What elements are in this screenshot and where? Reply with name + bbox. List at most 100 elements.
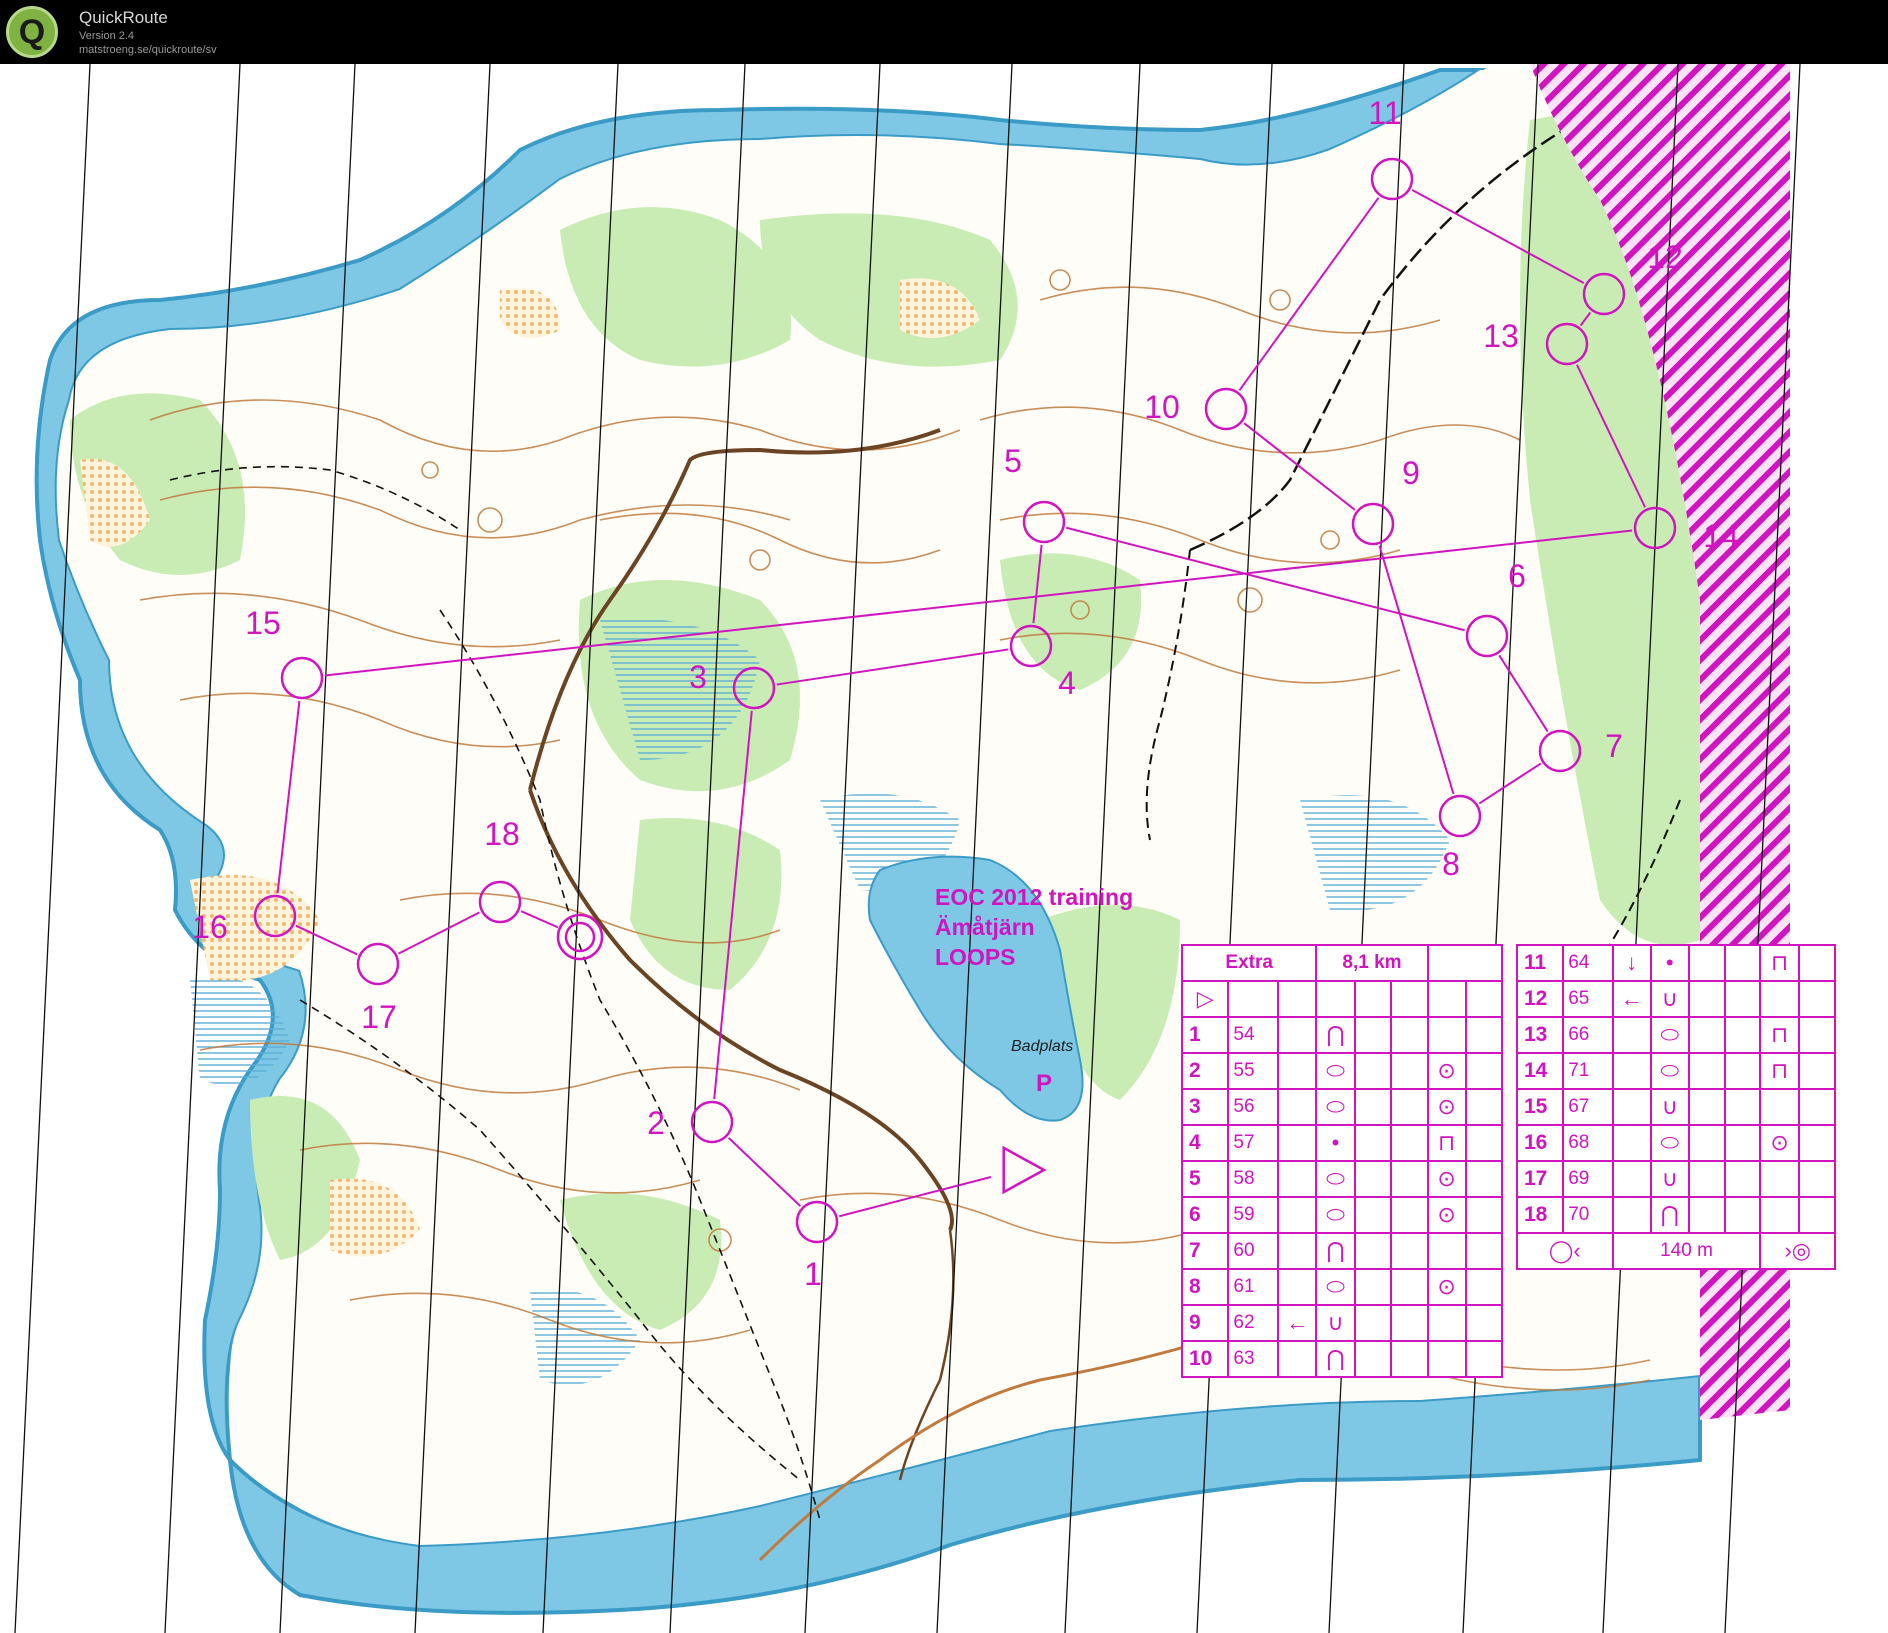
- control-number-label: 15: [245, 605, 281, 641]
- detail-symbol-icon: ⊙: [1759, 1124, 1800, 1162]
- feature-symbol-icon: •: [1649, 944, 1690, 982]
- description-row: 11 64 ↓ • ⊓: [1515, 944, 1837, 982]
- control-code: 61: [1227, 1268, 1279, 1306]
- control-code: 64: [1562, 944, 1614, 982]
- description-row: 15 67 ∪: [1515, 1088, 1837, 1126]
- description-row: 8 61 ⬭ ⊙: [1180, 1268, 1504, 1306]
- control-number: 18: [1515, 1196, 1565, 1234]
- feature-symbol-icon: •: [1315, 1124, 1356, 1162]
- detail-symbol-icon: [1426, 1340, 1467, 1378]
- control-number-label: 12: [1647, 239, 1683, 275]
- direction-icon: [1611, 1196, 1652, 1234]
- feature-symbol-icon: ⬭: [1315, 1160, 1356, 1198]
- control-description-sheet-right: 11 64 ↓ • ⊓ 12 65 ← ∪ 13 66 ⬭ ⊓ 14 71 ⬭ ⊓ 15 67 ∪ 16 68 ⬭ ⊙ 17 69…: [1515, 944, 1837, 1270]
- start-triangle-icon: ▷: [1180, 980, 1230, 1018]
- control-description-sheet-left: Extra 8,1 km ▷ 1 54 ⋂ 2 55 ⬭ ⊙ 3 56 ⬭ ⊙ 4 57 • ⊓ 5 58 ⬭ ⊙ 6…: [1180, 944, 1504, 1378]
- direction-icon: [1611, 1124, 1652, 1162]
- control-number-label: 17: [361, 999, 397, 1035]
- feature-symbol-icon: ⬭: [1649, 1016, 1690, 1054]
- detail-symbol-icon: [1426, 1304, 1467, 1342]
- detail-symbol-icon: [1426, 1232, 1467, 1270]
- feature-symbol-icon: ⬭: [1315, 1196, 1356, 1234]
- detail-symbol-icon: ⊓: [1759, 1052, 1800, 1090]
- finish-row: ◯‹ 140 m ›◎: [1516, 1232, 1836, 1270]
- detail-symbol-icon: ⊙: [1426, 1160, 1467, 1198]
- event-title-line-1: EOC 2012 training: [935, 884, 1133, 910]
- direction-icon: [1611, 1052, 1652, 1090]
- control-number: 13: [1515, 1016, 1565, 1054]
- control-number-label: 11: [1368, 95, 1401, 131]
- control-number: 10: [1180, 1340, 1230, 1378]
- control-code: 54: [1227, 1016, 1279, 1054]
- feature-symbol-icon: ∪: [1649, 1160, 1690, 1198]
- control-code: 65: [1562, 980, 1614, 1018]
- feature-symbol-icon: ⬭: [1649, 1052, 1690, 1090]
- detail-symbol-icon: ⊓: [1426, 1124, 1467, 1162]
- description-row: 10 63 ⋂: [1180, 1340, 1504, 1378]
- control-number: 8: [1180, 1268, 1230, 1306]
- detail-symbol-icon: [1759, 980, 1800, 1018]
- description-row: 16 68 ⬭ ⊙: [1515, 1124, 1837, 1162]
- feature-symbol-icon: ⋂: [1315, 1340, 1356, 1378]
- control-number-label: 16: [192, 909, 228, 945]
- control-code: 60: [1227, 1232, 1279, 1270]
- detail-symbol-icon: ⊙: [1426, 1196, 1467, 1234]
- description-row: 13 66 ⬭ ⊓: [1515, 1016, 1837, 1054]
- control-code: 68: [1562, 1124, 1614, 1162]
- lake-beach-label: Badplats: [1011, 1038, 1073, 1055]
- control-code: 70: [1562, 1196, 1614, 1234]
- direction-icon: [1276, 1124, 1318, 1162]
- direction-icon: [1276, 1232, 1318, 1270]
- description-row: 7 60 ⋂: [1180, 1232, 1504, 1270]
- control-number-label: 7: [1605, 728, 1623, 764]
- control-number-label: 9: [1402, 455, 1420, 491]
- direction-icon: [1276, 1340, 1318, 1378]
- control-number-label: 5: [1004, 443, 1022, 479]
- control-number-label: 10: [1144, 389, 1180, 425]
- detail-symbol-icon: [1759, 1088, 1800, 1126]
- parking-label: P: [1036, 1070, 1052, 1097]
- description-row: 5 58 ⬭ ⊙: [1180, 1160, 1504, 1198]
- control-number-label: 8: [1442, 846, 1460, 882]
- control-number: 16: [1515, 1124, 1565, 1162]
- control-number: 2: [1180, 1052, 1230, 1090]
- control-code: 62: [1227, 1304, 1279, 1342]
- direction-icon: [1276, 1268, 1318, 1306]
- direction-icon: [1276, 1052, 1318, 1090]
- control-number: 7: [1180, 1232, 1230, 1270]
- title-bar: Q QuickRoute Version 2.4 matstroeng.se/q…: [0, 0, 1888, 64]
- finish-start-icon: ◯‹: [1516, 1232, 1614, 1270]
- feature-symbol-icon: ⬭: [1315, 1052, 1356, 1090]
- detail-symbol-icon: ⊙: [1426, 1088, 1467, 1126]
- control-number: 4: [1180, 1124, 1230, 1162]
- feature-symbol-icon: ⬭: [1649, 1124, 1690, 1162]
- control-code: 59: [1227, 1196, 1279, 1234]
- description-row: 6 59 ⬭ ⊙: [1180, 1196, 1504, 1234]
- description-row: 12 65 ← ∪: [1515, 980, 1837, 1018]
- control-code: 57: [1227, 1124, 1279, 1162]
- control-code: 71: [1562, 1052, 1614, 1090]
- app-version: Version 2.4: [79, 30, 135, 42]
- finish-end-icon: ›◎: [1759, 1232, 1836, 1270]
- direction-icon: [1611, 1160, 1652, 1198]
- description-row: 9 62 ← ∪: [1180, 1304, 1504, 1342]
- description-row: 17 69 ∪: [1515, 1160, 1837, 1198]
- detail-symbol-icon: [1759, 1196, 1800, 1234]
- control-number-label: 13: [1483, 318, 1519, 354]
- start-row: ▷: [1180, 980, 1504, 1018]
- description-row: 2 55 ⬭ ⊙: [1180, 1052, 1504, 1090]
- control-number: 12: [1515, 980, 1565, 1018]
- description-row: 3 56 ⬭ ⊙: [1180, 1088, 1504, 1126]
- detail-symbol-icon: ⊙: [1426, 1052, 1467, 1090]
- description-row: 1 54 ⋂: [1180, 1016, 1504, 1054]
- direction-icon: [1276, 1160, 1318, 1198]
- control-number: 6: [1180, 1196, 1230, 1234]
- control-code: 58: [1227, 1160, 1279, 1198]
- control-code: 66: [1562, 1016, 1614, 1054]
- finish-distance: 140 m: [1611, 1232, 1762, 1270]
- feature-symbol-icon: ⬭: [1315, 1268, 1356, 1306]
- orienteering-map[interactable]: Badplats P 1 2 3 4 5 6 7 8 9 10 11 12 13 14 15 16 17 18 E…: [0, 64, 1888, 1633]
- feature-symbol-icon: ⋂: [1315, 1232, 1356, 1270]
- feature-symbol-icon: ⋂: [1649, 1196, 1690, 1234]
- feature-symbol-icon: ∪: [1649, 1088, 1690, 1126]
